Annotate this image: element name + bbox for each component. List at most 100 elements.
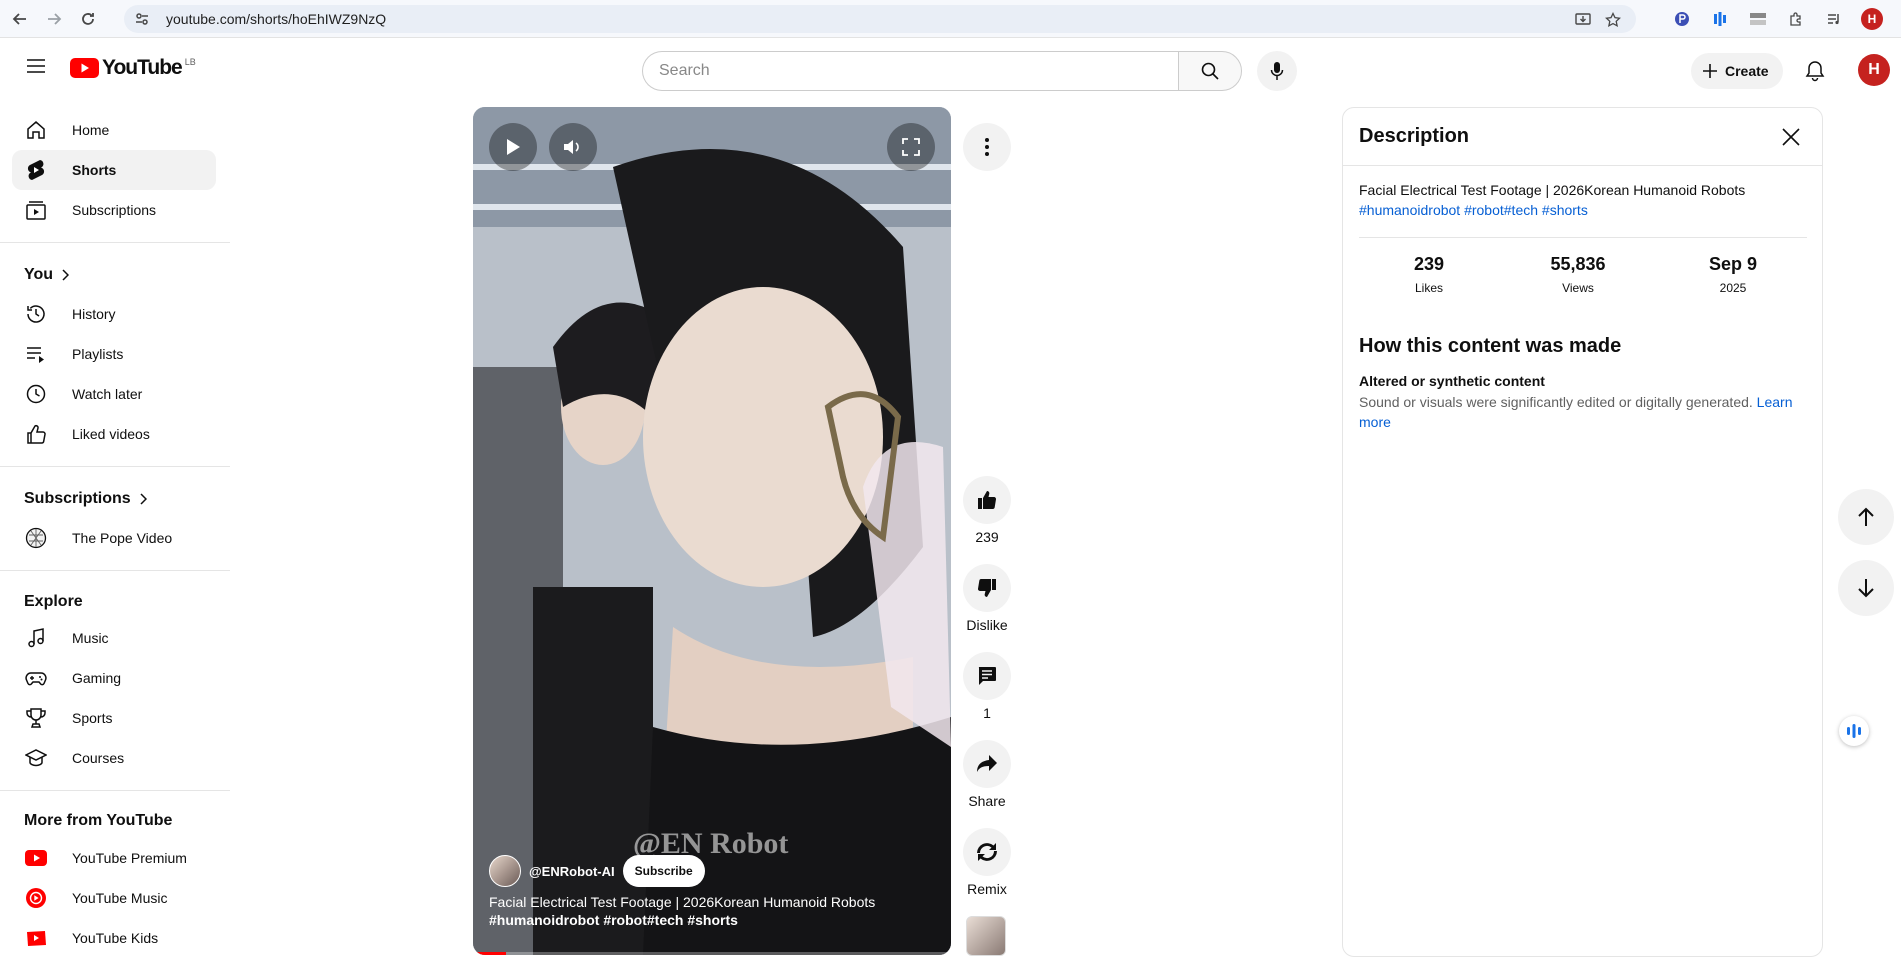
youtube-music-icon	[24, 886, 48, 910]
volume-button[interactable]	[549, 123, 597, 171]
sidebar-item-sports[interactable]: Sports	[12, 698, 216, 738]
sidebar-item-label: The Pope Video	[72, 530, 173, 546]
remix-button[interactable]	[963, 828, 1011, 876]
subscriptions-heading-label: Subscriptions	[24, 490, 131, 507]
logo-wordmark: YouTube	[102, 56, 183, 79]
like-button[interactable]	[963, 476, 1011, 524]
sidebar-item-label: YouTube Premium	[72, 850, 187, 866]
like-count: 239	[975, 529, 999, 545]
sidebar-item-label: Gaming	[72, 670, 122, 686]
remix-label: Remix	[967, 881, 1007, 897]
volume-icon	[564, 140, 579, 154]
search-icon	[1201, 62, 1219, 80]
site-info-icon[interactable]	[134, 11, 154, 27]
profile-initial: H	[1861, 8, 1883, 30]
youtube-kids-icon	[24, 926, 48, 950]
sidebar-item-youtube-music[interactable]: YouTube Music	[12, 878, 216, 918]
sidebar-item-liked-videos[interactable]: Liked videos	[12, 414, 216, 454]
description-hashtags[interactable]: #humanoidrobot #robot#tech #shorts	[1359, 202, 1588, 218]
video-title[interactable]: Facial Electrical Test Footage | 2026Kor…	[489, 892, 929, 912]
share-button[interactable]	[963, 740, 1011, 788]
microphone-icon	[1270, 62, 1284, 80]
description-panel: Description Facial Electrical Test Foota…	[1342, 107, 1823, 957]
sidebar-you-heading[interactable]: You	[24, 266, 70, 284]
sidebar-item-gaming[interactable]: Gaming	[12, 658, 216, 698]
assistant-icon[interactable]	[1839, 716, 1869, 746]
extension-bars-icon[interactable]	[1706, 5, 1734, 33]
sidebar-item-courses[interactable]: Courses	[12, 738, 216, 778]
previous-short-button[interactable]	[1838, 489, 1894, 545]
sidebar-item-label: YouTube Music	[72, 890, 168, 906]
sidebar-item-music[interactable]: Music	[12, 618, 216, 658]
chevron-right-icon	[62, 269, 70, 281]
browser-toolbar: youtube.com/shorts/hoEhIWZ9NzQ H	[0, 0, 1901, 38]
sidebar-explore-heading: Explore	[24, 593, 83, 611]
bookmark-star-icon[interactable]	[1602, 9, 1624, 31]
channel-handle[interactable]: @ENRobot-AI	[529, 864, 615, 879]
voice-search-button[interactable]	[1257, 51, 1297, 91]
extension-shield-icon[interactable]	[1668, 5, 1696, 33]
shorts-icon	[24, 158, 48, 182]
sidebar-item-label: Courses	[72, 750, 125, 766]
description-heading: Description	[1343, 108, 1822, 166]
next-short-button[interactable]	[1838, 560, 1894, 616]
extension-grid-icon[interactable]	[1744, 5, 1772, 33]
hamburger-menu-icon[interactable]	[18, 48, 54, 84]
stat-value: 239	[1413, 254, 1445, 274]
forward-icon[interactable]	[40, 5, 68, 33]
youtube-header: YouTube LB Search Create H	[0, 38, 1901, 94]
search-button[interactable]	[1178, 51, 1242, 91]
comment-count: 1	[983, 705, 991, 721]
comments-button[interactable]	[963, 652, 1011, 700]
fullscreen-button[interactable]	[887, 123, 935, 171]
account-avatar[interactable]: H	[1858, 54, 1890, 86]
youtube-premium-icon	[24, 846, 48, 870]
thumbs-up-icon	[978, 491, 997, 510]
sidebar-item-youtube-premium[interactable]: YouTube Premium	[12, 838, 216, 878]
browser-profile-avatar[interactable]: H	[1858, 5, 1886, 33]
play-button[interactable]	[489, 123, 537, 171]
notifications-bell-icon[interactable]	[1797, 53, 1833, 89]
address-bar[interactable]: youtube.com/shorts/hoEhIWZ9NzQ	[124, 5, 1636, 33]
video-hashtags[interactable]: #humanoidrobot #robot#tech #shorts	[489, 912, 738, 928]
arrow-up-icon	[1858, 507, 1874, 526]
back-icon[interactable]	[6, 5, 34, 33]
sidebar-divider	[0, 242, 230, 243]
youtube-logo[interactable]: YouTube LB	[70, 56, 196, 80]
sidebar-item-history[interactable]: History	[12, 294, 216, 334]
url-text[interactable]: youtube.com/shorts/hoEhIWZ9NzQ	[166, 11, 386, 27]
sidebar-item-watch-later[interactable]: Watch later	[12, 374, 216, 414]
sidebar-item-subscriptions[interactable]: Subscriptions	[12, 190, 216, 230]
shorts-video-player[interactable]: @EN Robot @ENRobot-AI Subscribe Facial E…	[473, 107, 951, 955]
sidebar-item-shorts[interactable]: Shorts	[12, 150, 216, 190]
dislike-button[interactable]	[963, 564, 1011, 612]
subscribe-button[interactable]: Subscribe	[622, 855, 705, 887]
stat-value: Sep 9	[1708, 254, 1758, 274]
sidebar-item-youtube-kids[interactable]: YouTube Kids	[12, 918, 216, 958]
play-icon	[507, 139, 520, 155]
how-content-made-heading: How this content was made	[1359, 335, 1622, 357]
browser-menu-icon[interactable]	[1896, 5, 1901, 33]
sidebar-item-playlists[interactable]: Playlists	[12, 334, 216, 374]
description-divider	[1359, 237, 1807, 238]
create-button[interactable]: Create	[1691, 53, 1783, 89]
extensions-puzzle-icon[interactable]	[1782, 5, 1810, 33]
sidebar-subscriptions-heading[interactable]: Subscriptions	[24, 490, 147, 508]
reload-icon[interactable]	[74, 5, 102, 33]
sidebar-item-the-pope-video[interactable]: The Pope Video	[12, 518, 216, 558]
create-label: Create	[1725, 63, 1769, 79]
channel-avatar[interactable]	[489, 855, 521, 887]
sidebar-item-label: YouTube Kids	[72, 930, 159, 946]
chevron-right-icon	[140, 493, 147, 505]
sidebar-item-label: Subscriptions	[72, 202, 157, 218]
search-bar: Search	[642, 51, 1242, 91]
video-progress-bar[interactable]	[473, 952, 951, 955]
sidebar-item-home[interactable]: Home	[12, 110, 216, 150]
media-controls-icon[interactable]	[1820, 5, 1848, 33]
channel-thumbnail[interactable]	[966, 916, 1006, 956]
stat-label: Likes	[1414, 281, 1443, 295]
search-input[interactable]: Search	[642, 51, 1178, 91]
install-app-icon[interactable]	[1572, 9, 1594, 31]
close-icon[interactable]	[1776, 122, 1806, 152]
more-options-button[interactable]	[963, 123, 1011, 171]
